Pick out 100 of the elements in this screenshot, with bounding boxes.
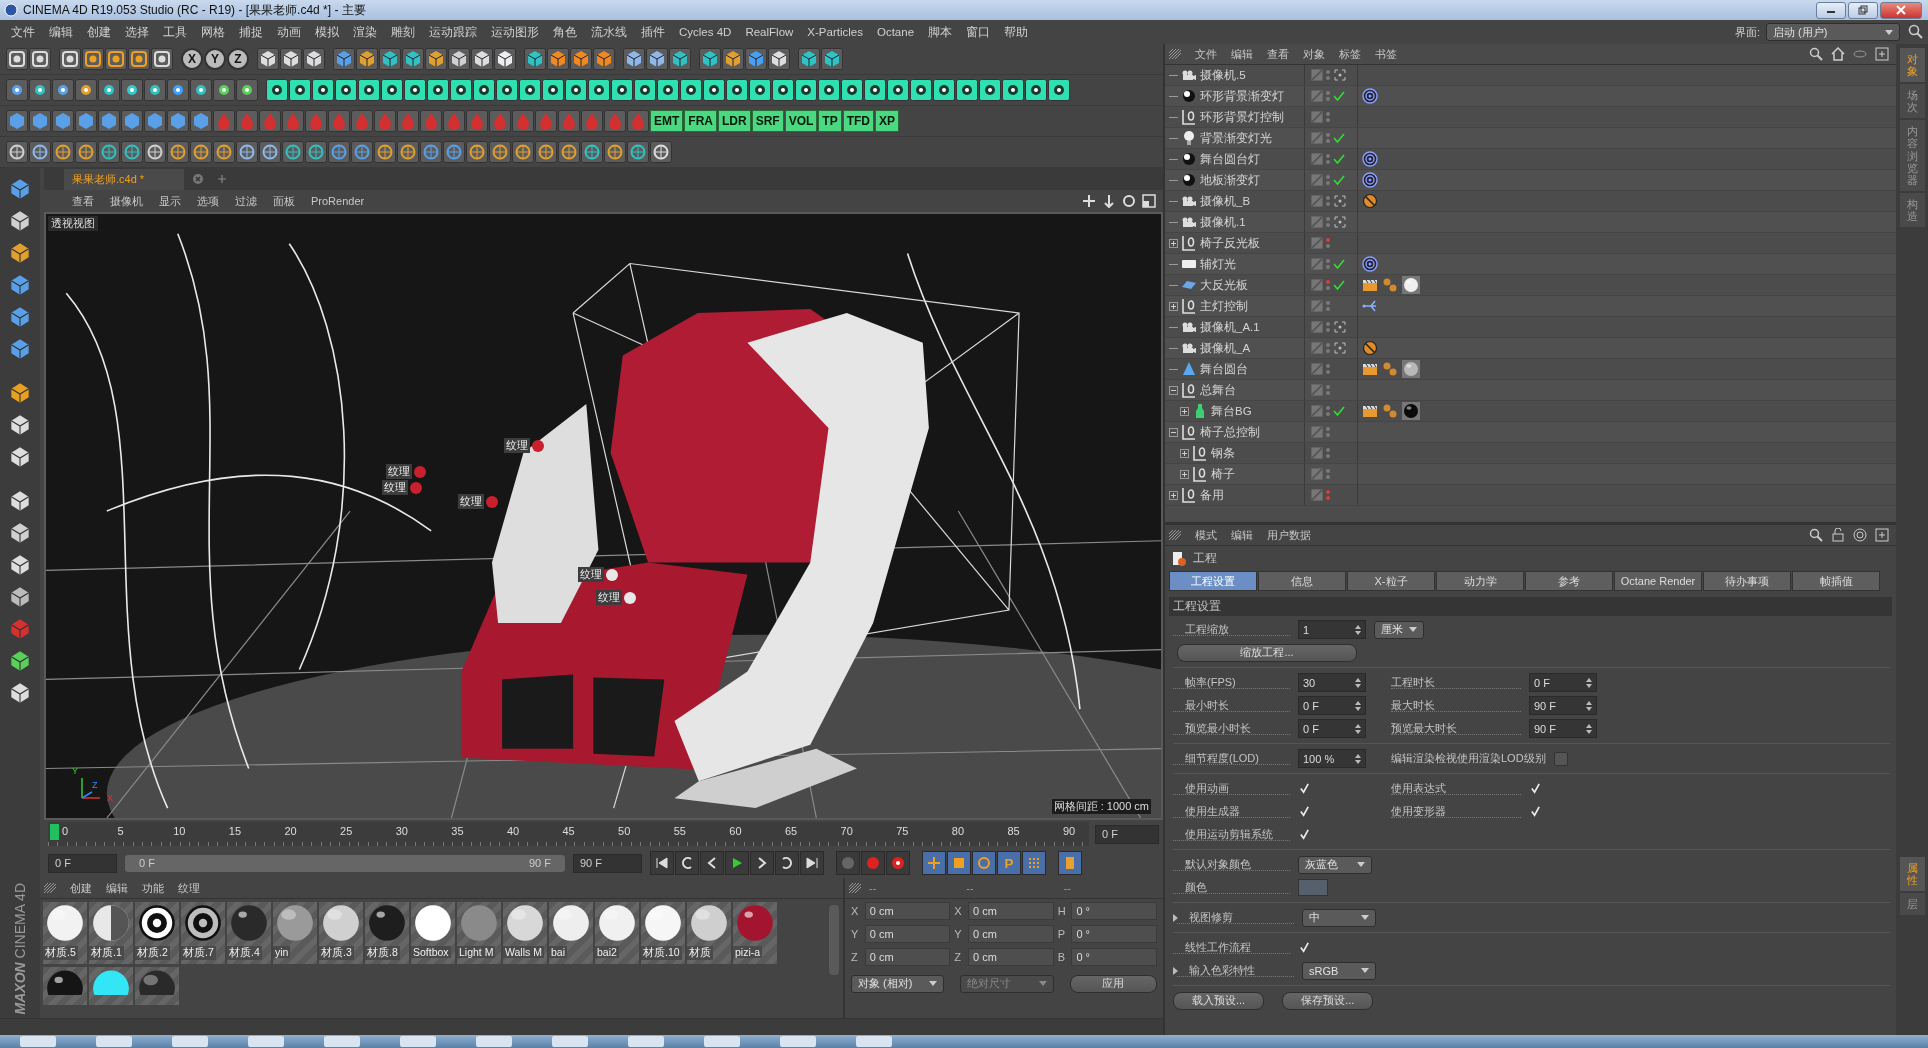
range-slider[interactable]: 0 F 90 F — [125, 854, 565, 872]
editor-visibility-dot[interactable] — [1326, 112, 1330, 116]
target-tag-icon[interactable] — [1362, 88, 1378, 104]
attribute-tab[interactable]: X-粒子 — [1347, 571, 1435, 591]
menu-item[interactable]: Cycles 4D — [672, 26, 739, 38]
menu-item[interactable]: 流水线 — [584, 24, 634, 40]
ellipse-icon[interactable] — [1853, 47, 1867, 61]
target-icon[interactable] — [1853, 528, 1867, 542]
render-visibility-dot[interactable] — [1326, 97, 1330, 101]
close-button[interactable] — [1880, 1, 1922, 19]
object-name[interactable]: 舞台圆台 — [1200, 361, 1248, 377]
clapperboard-tag-icon[interactable] — [1362, 277, 1378, 293]
menu-item[interactable]: 文件 — [4, 24, 42, 40]
check-icon[interactable] — [1333, 153, 1345, 165]
previous-key-button[interactable] — [675, 851, 699, 875]
material-swatch[interactable]: 材质.1 — [89, 902, 133, 964]
expand-toggle[interactable] — [1169, 301, 1178, 311]
timeline-ruler[interactable]: 0 5 10 15 20 25 30 35 40 45 50 55 60 65 70 75 80 85 90 — [48, 822, 1089, 846]
object-name[interactable]: 舞台BG — [1211, 403, 1252, 419]
minimize-button[interactable] — [1816, 1, 1846, 19]
material-swatch[interactable]: 材质.10 — [641, 902, 685, 964]
editor-visibility-dot[interactable] — [1326, 70, 1330, 74]
render-visibility-dot[interactable] — [1326, 433, 1330, 437]
new-panel-icon[interactable] — [1875, 47, 1889, 61]
spinner-arrows-icon[interactable] — [1355, 753, 1361, 764]
input-color-dropdown[interactable]: sRGB — [1302, 961, 1376, 980]
material-swatch[interactable]: 材质.8 — [365, 902, 409, 964]
home-icon[interactable] — [1831, 47, 1845, 61]
side-tab[interactable]: 对象 — [1899, 48, 1925, 83]
clapperboard-tag-icon[interactable] — [1362, 361, 1378, 377]
size-field[interactable]: 0 cm — [968, 924, 1054, 943]
go-to-end-button[interactable] — [800, 851, 824, 875]
number-field[interactable]: 0 F — [1298, 696, 1366, 715]
render-visibility-dot[interactable] — [1326, 454, 1330, 458]
render-visibility-dot[interactable] — [1326, 76, 1330, 80]
material-menu-item[interactable]: 编辑 — [100, 880, 134, 896]
position-field[interactable]: 0 cm — [864, 947, 951, 966]
attribute-tab[interactable]: Octane Render — [1614, 571, 1702, 591]
material-swatch[interactable]: 材质.7 — [181, 902, 225, 964]
material-tag-icon[interactable] — [1402, 276, 1420, 294]
check-icon[interactable] — [1333, 279, 1345, 291]
viewport[interactable]: 透视视图 纹理 纹理 纹理 纹理 纹理 纹理 网格间距 : 1000 cm Y Z X — [44, 212, 1163, 820]
object-name[interactable]: 摄像机_A — [1200, 340, 1251, 356]
render-visibility-dot[interactable] — [1326, 475, 1330, 479]
object-name[interactable]: 总舞台 — [1200, 382, 1236, 398]
menu-item[interactable]: 网格 — [194, 24, 232, 40]
check-icon[interactable] — [1333, 174, 1345, 186]
render-visibility-dot[interactable] — [1326, 181, 1330, 185]
rotation-field[interactable]: 0 ° — [1071, 924, 1158, 943]
expand-toggle[interactable] — [1169, 490, 1178, 500]
menu-item[interactable]: 模拟 — [308, 24, 346, 40]
axis-lock-button[interactable]: Y — [204, 48, 226, 70]
attribute-tab[interactable]: 帧插值 — [1792, 571, 1880, 591]
spinner-arrows-icon[interactable] — [1586, 700, 1592, 711]
target-tag-icon[interactable] — [1362, 151, 1378, 167]
next-key-button[interactable] — [775, 851, 799, 875]
plugin-button[interactable]: EMT — [650, 110, 684, 132]
menu-item[interactable]: 窗口 — [959, 24, 998, 40]
viewport-menu-item[interactable]: 摄像机 — [102, 193, 151, 209]
render-visibility-dot[interactable] — [1326, 265, 1330, 269]
render-visibility-dot[interactable] — [1326, 202, 1330, 206]
number-field[interactable]: 0 F — [1529, 673, 1597, 692]
editor-visibility-dot[interactable] — [1326, 238, 1330, 242]
search-icon[interactable] — [1809, 47, 1823, 61]
viewport-menu-item[interactable]: 查看 — [64, 193, 102, 209]
side-tab[interactable]: 属性 — [1899, 856, 1925, 891]
render-visibility-dot[interactable] — [1326, 370, 1330, 374]
material-swatch[interactable]: 材质.3 — [319, 902, 363, 964]
spinner-arrows-icon[interactable] — [1355, 624, 1361, 635]
document-tab[interactable]: 果果老师.c4d * — [64, 168, 185, 190]
view-clip-dropdown[interactable]: 中 — [1302, 908, 1376, 927]
material-menu-item[interactable]: 创建 — [64, 880, 98, 896]
search-icon[interactable] — [1809, 528, 1823, 542]
attribute-tab[interactable]: 信息 — [1258, 571, 1346, 591]
object-name[interactable]: 椅子总控制 — [1200, 424, 1260, 440]
spinner-arrows-icon[interactable] — [1355, 700, 1361, 711]
plugin-button[interactable]: TP — [818, 110, 842, 132]
size-field[interactable]: 0 cm — [968, 947, 1054, 966]
restore-button[interactable] — [1848, 1, 1878, 19]
object-name[interactable]: 主灯控制 — [1200, 298, 1248, 314]
spinner-arrows-icon[interactable] — [1586, 677, 1592, 688]
layout-dropdown[interactable]: 启动 (用户) — [1766, 23, 1900, 41]
attribute-tab[interactable]: 参考 — [1525, 571, 1613, 591]
menu-item[interactable]: 编辑 — [42, 24, 80, 40]
menu-item[interactable]: 工具 — [156, 24, 194, 40]
render-visibility-dot[interactable] — [1326, 328, 1330, 332]
go-to-start-button[interactable] — [650, 851, 674, 875]
target-tag-icon[interactable] — [1362, 256, 1378, 272]
search-icon[interactable] — [1908, 24, 1924, 40]
render-visibility-dot[interactable] — [1326, 391, 1330, 395]
material-swatch[interactable] — [43, 967, 87, 1005]
object-name[interactable]: 摄像机.5 — [1200, 67, 1246, 83]
object-name[interactable]: 摄像机_A.1 — [1200, 319, 1260, 335]
viewport-menu-item[interactable]: 显示 — [151, 193, 189, 209]
editor-visibility-dot[interactable] — [1326, 448, 1330, 452]
scale-project-button[interactable]: 缩放工程... — [1177, 643, 1357, 662]
attribute-tab[interactable]: 待办事项 — [1703, 571, 1791, 591]
render-visibility-dot[interactable] — [1326, 244, 1330, 248]
node-tree-tag-icon[interactable] — [1362, 298, 1378, 314]
material-swatch[interactable]: bai2 — [595, 902, 639, 964]
